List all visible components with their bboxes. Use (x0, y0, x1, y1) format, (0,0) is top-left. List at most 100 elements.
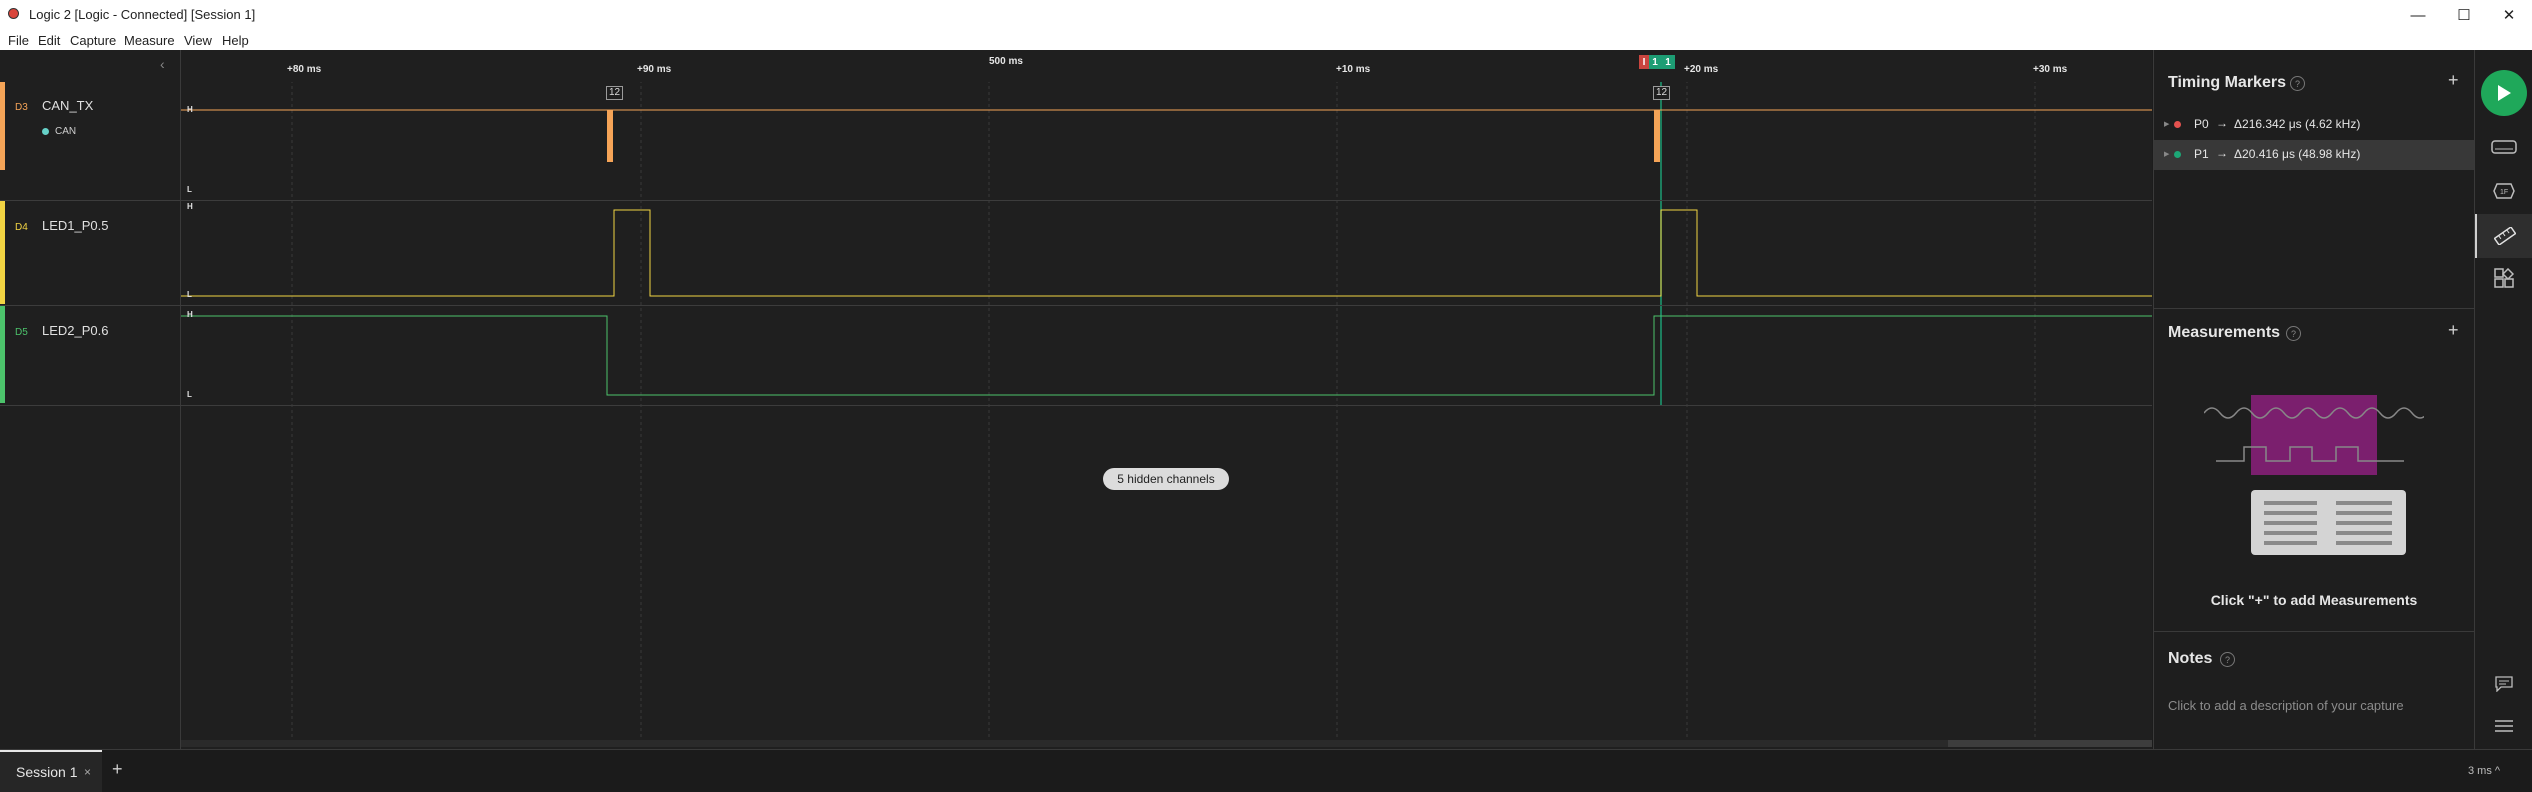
marker-color-dot-icon (2174, 121, 2181, 128)
channel-color-bar (0, 201, 5, 304)
menu-capture[interactable]: Capture (70, 33, 116, 48)
add-measurement-button[interactable]: + (2448, 320, 2459, 341)
tick-label: +20 ms (1684, 64, 1719, 75)
menu-measure[interactable]: Measure (124, 33, 175, 48)
arrow-right-icon: → (2216, 116, 2228, 130)
device-settings-button[interactable] (2475, 125, 2532, 169)
channel-id: D4 (15, 222, 28, 233)
channel-color-bar (0, 82, 5, 170)
level-high-label: H (187, 105, 193, 114)
chat-icon (2495, 676, 2513, 692)
help-icon[interactable]: ? (2290, 76, 2305, 91)
start-capture-button[interactable] (2481, 70, 2527, 116)
marker-flag[interactable]: 1 (1661, 55, 1675, 69)
measurements-illustration (2204, 395, 2424, 555)
hamburger-icon (2495, 720, 2513, 732)
tick-label: +80 ms (287, 64, 322, 75)
close-tab-icon[interactable]: × (84, 765, 91, 779)
help-icon[interactable]: ? (2220, 652, 2235, 667)
timing-marker-row[interactable]: ▶ P1 → Δ20.416 μs (48.98 kHz) (2154, 140, 2474, 170)
channel-name[interactable]: LED1_P0.5 (42, 218, 109, 233)
analyzer-icon: 1F (2493, 183, 2515, 199)
hidden-channels-button[interactable]: 5 hidden channels (1103, 468, 1229, 490)
channel-id: D3 (15, 102, 28, 113)
tick-label: +30 ms (2033, 64, 2068, 75)
session-tab-bar: Session 1 × + 3 ms ^ (0, 749, 2532, 792)
analyzer-dot-icon (42, 128, 49, 135)
maximize-button[interactable]: ☐ (2441, 0, 2487, 30)
channel-color-bar (0, 306, 5, 403)
level-high-label: H (187, 202, 193, 211)
timeline-ruler[interactable]: +80 ms +90 ms 500 ms +10 ms +20 ms +30 m… (181, 50, 2152, 82)
level-high-label: H (187, 310, 193, 319)
can-packet-tag[interactable]: 12 (1653, 86, 1671, 100)
tick-label: 500 ms (989, 56, 1023, 67)
panel-divider (2154, 308, 2474, 309)
help-icon[interactable]: ? (2286, 326, 2301, 341)
analyzer-name[interactable]: CAN (55, 126, 76, 137)
timing-markers-tab-button[interactable] (2475, 214, 2532, 258)
marker-name: P0 (2194, 117, 2209, 131)
close-button[interactable]: ✕ (2486, 0, 2532, 30)
can-frame-burst (607, 110, 613, 162)
level-low-label: L (187, 290, 192, 299)
marker-name: P1 (2194, 147, 2209, 161)
extensions-icon (2494, 268, 2514, 288)
extensions-button[interactable] (2475, 256, 2532, 300)
session-tab-label: Session 1 (16, 764, 78, 780)
window-title: Logic 2 [Logic - Connected] [Session 1] (29, 7, 256, 22)
waveform-area[interactable]: +80 ms +90 ms 500 ms +10 ms +20 ms +30 m… (0, 50, 2152, 749)
can-packet-tag[interactable]: 12 (606, 86, 624, 100)
menu-file[interactable]: File (8, 33, 29, 48)
led1-wave (181, 209, 2152, 297)
horizontal-scrollbar[interactable] (181, 740, 2152, 747)
menu-view[interactable]: View (184, 33, 212, 48)
zoom-readout[interactable]: 3 ms ^ (2468, 765, 2500, 777)
row-separator (0, 200, 2152, 201)
main-menu-button[interactable] (2475, 704, 2532, 748)
marker-color-dot-icon (2174, 151, 2181, 158)
measurements-hint: Click "+" to add Measurements (2210, 592, 2418, 608)
expand-caret-icon[interactable]: ▶ (2164, 150, 2169, 158)
notes-input[interactable]: Click to add a description of your captu… (2168, 698, 2404, 713)
menu-bar: File Edit Capture Measure View Help (0, 30, 2532, 50)
side-panel: Timing Markers ? + ▶ P0 → Δ216.342 μs (4… (2153, 50, 2474, 749)
timing-markers-title: Timing Markers (2168, 74, 2286, 91)
marker-flag[interactable]: 1 (1649, 55, 1661, 69)
add-session-button[interactable]: + (112, 759, 123, 780)
right-toolbar: 1F (2474, 50, 2532, 749)
collapse-chevron-icon[interactable]: ‹ (160, 56, 165, 72)
row-separator (0, 305, 2152, 306)
menu-help[interactable]: Help (222, 33, 249, 48)
app-logo-icon (8, 8, 19, 19)
minimize-button[interactable]: — (2395, 0, 2441, 30)
channel-label-column: ‹ D3 CAN_TX CAN H L D4 LED1_P0.5 H L D5 … (0, 50, 193, 749)
svg-text:1F: 1F (2500, 189, 2508, 196)
arrow-right-icon: → (2216, 146, 2228, 160)
analyzers-button[interactable]: 1F (2475, 169, 2532, 213)
panel-divider (2154, 631, 2474, 632)
add-timing-marker-button[interactable]: + (2448, 70, 2459, 91)
level-low-label: L (187, 185, 192, 194)
tick-label: +10 ms (1336, 64, 1371, 75)
row-separator (0, 405, 2152, 406)
waveform-canvas[interactable] (0, 50, 2152, 749)
level-low-label: L (187, 390, 192, 399)
timing-marker-row[interactable]: ▶ P0 → Δ216.342 μs (4.62 kHz) (2154, 110, 2474, 140)
channel-name[interactable]: LED2_P0.6 (42, 323, 109, 338)
measurements-title: Measurements (2168, 324, 2281, 341)
tick-label: +90 ms (637, 64, 672, 75)
led2-wave (181, 315, 2152, 396)
title-bar: Logic 2 [Logic - Connected] [Session 1] … (0, 0, 2532, 30)
expand-caret-icon[interactable]: ▶ (2164, 120, 2169, 128)
channel-name[interactable]: CAN_TX (42, 98, 93, 113)
marker-value: Δ20.416 μs (48.98 kHz) (2234, 147, 2361, 161)
menu-edit[interactable]: Edit (38, 33, 60, 48)
feedback-button[interactable] (2475, 662, 2532, 706)
scrollbar-thumb[interactable] (1948, 740, 2152, 747)
marker-flag[interactable]: I (1639, 55, 1649, 69)
marker-value: Δ216.342 μs (4.62 kHz) (2234, 117, 2361, 131)
tab-session-1[interactable]: Session 1 × (0, 750, 102, 792)
play-icon (2498, 85, 2511, 101)
can-frame-burst (1654, 110, 1660, 162)
